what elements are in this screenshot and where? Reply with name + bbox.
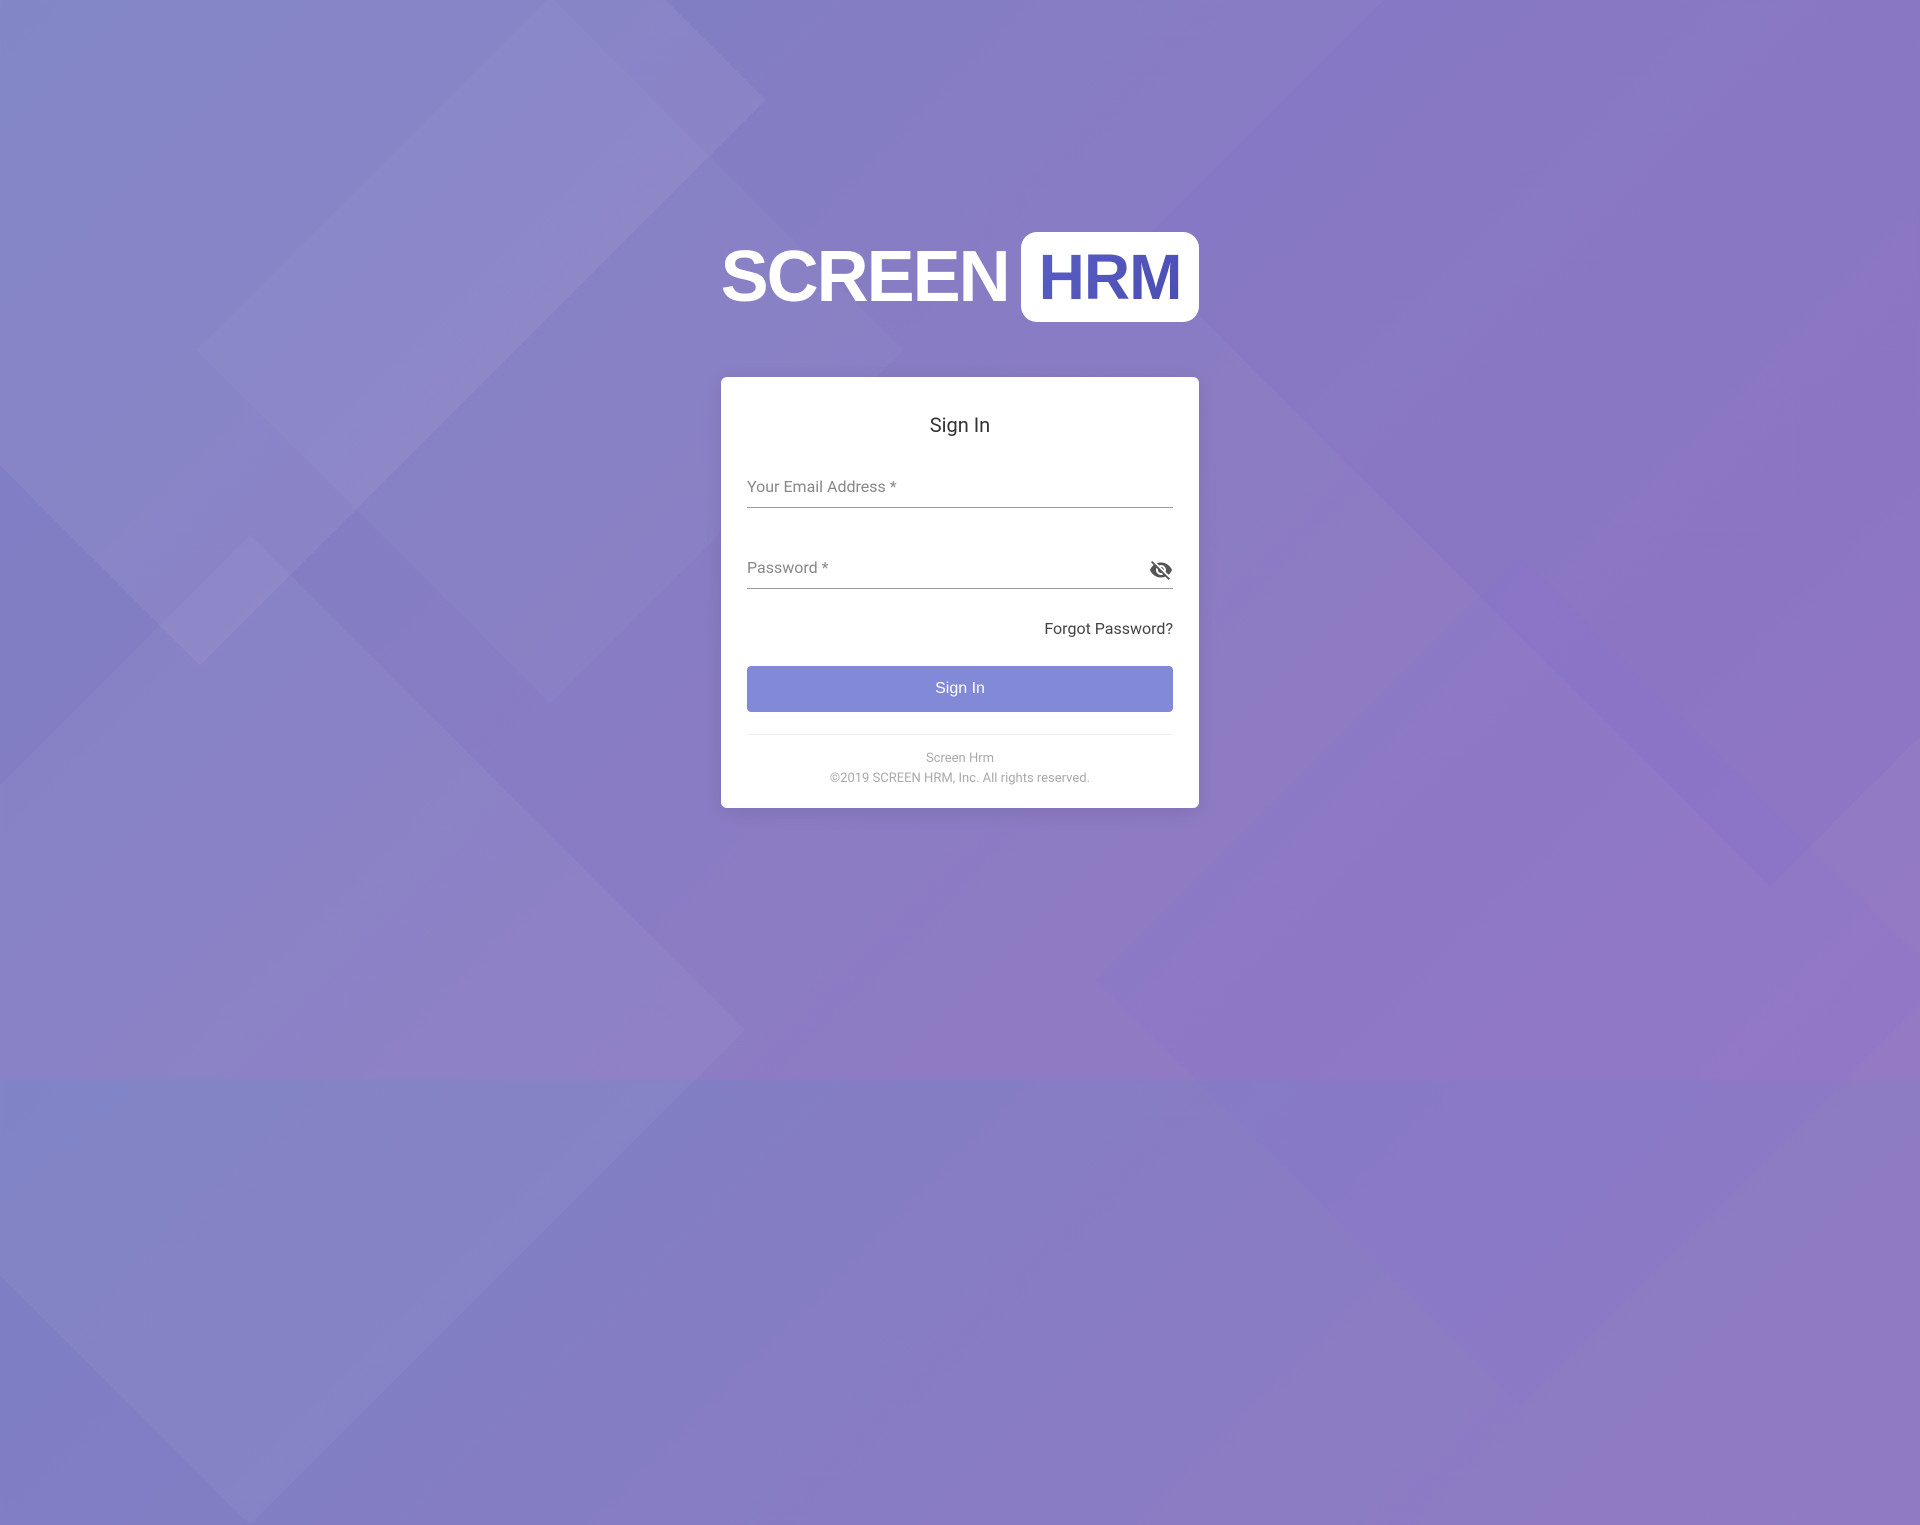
signin-button[interactable]: Sign In [747, 666, 1173, 712]
footer-line-1: Screen Hrm [747, 749, 1173, 769]
footer-line-2: ©2019 SCREEN HRM, Inc. All rights reserv… [747, 769, 1173, 789]
email-group: Your Email Address * [747, 467, 1173, 508]
login-card: Sign In Your Email Address * Password * … [721, 377, 1199, 808]
visibility-off-icon[interactable] [1149, 558, 1173, 586]
divider [747, 734, 1173, 735]
logo: SCREEN HRM [721, 232, 1200, 322]
forgot-password-link[interactable]: Forgot Password? [1044, 619, 1173, 638]
footer: Screen Hrm ©2019 SCREEN HRM, Inc. All ri… [747, 749, 1173, 788]
password-field[interactable] [747, 548, 1173, 589]
card-title: Sign In [747, 413, 1173, 437]
forgot-password-wrapper: Forgot Password? [747, 619, 1173, 638]
bg-shape [0, 535, 745, 1525]
logo-text-hrm: HRM [1039, 240, 1182, 314]
logo-badge: HRM [1021, 232, 1200, 322]
content-wrapper: SCREEN HRM Sign In Your Email Address * … [721, 232, 1200, 808]
email-field[interactable] [747, 467, 1173, 508]
logo-text-screen: SCREEN [721, 236, 1009, 318]
password-group: Password * [747, 548, 1173, 589]
